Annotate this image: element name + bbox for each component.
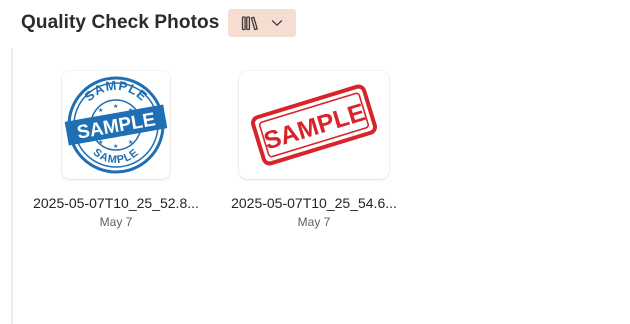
- file-name[interactable]: 2025-05-07T10_25_52.8...: [16, 195, 216, 211]
- file-tile[interactable]: SAMPLE 2025-05-07T10_25_54.6... May 7: [214, 71, 414, 229]
- file-date: May 7: [99, 215, 133, 229]
- library-icon: [241, 15, 259, 31]
- file-name[interactable]: 2025-05-07T10_25_54.6...: [214, 195, 414, 211]
- svg-text:★: ★: [113, 143, 118, 150]
- file-date: May 7: [297, 215, 331, 229]
- view-options-button[interactable]: [228, 8, 297, 37]
- chevron-down-icon: [271, 19, 283, 27]
- content-divider: [11, 48, 13, 324]
- red-sample-stamp-image: SAMPLE: [251, 84, 377, 166]
- file-thumbnail[interactable]: SAMPLE SAMPLE ★ ★ ★ ★ ★ ★ SAMPLE: [62, 71, 170, 179]
- svg-text:★: ★: [98, 107, 103, 114]
- blue-sample-stamp-image: SAMPLE SAMPLE ★ ★ ★ ★ ★ ★ SAMPLE: [64, 76, 168, 174]
- file-tile[interactable]: SAMPLE SAMPLE ★ ★ ★ ★ ★ ★ SAMPLE 2025-05…: [16, 71, 216, 229]
- page-header: Quality Check Photos: [21, 8, 297, 37]
- svg-text:★: ★: [113, 103, 118, 110]
- page-title: Quality Check Photos: [21, 11, 220, 33]
- svg-text:★: ★: [128, 139, 133, 146]
- file-thumbnail[interactable]: SAMPLE: [239, 71, 389, 179]
- stamp-text: SAMPLE: [261, 98, 369, 155]
